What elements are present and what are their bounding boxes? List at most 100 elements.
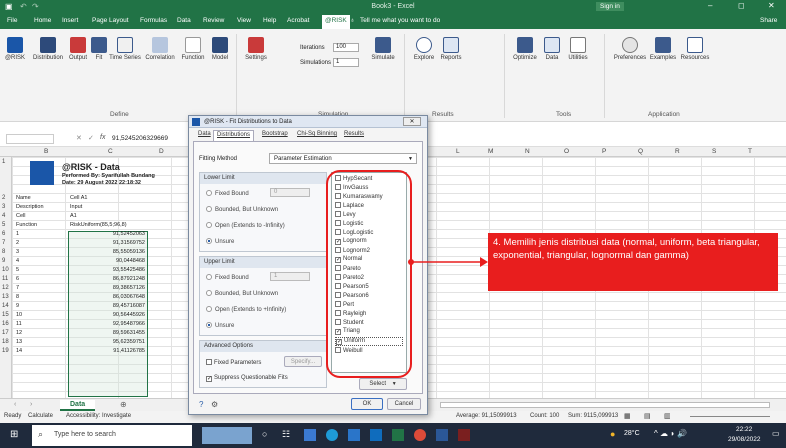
formula-input[interactable]: 91,5245206329669 bbox=[112, 135, 168, 142]
help-icon[interactable]: ? bbox=[199, 400, 203, 409]
ribbon-examples-button[interactable]: Examples bbox=[648, 37, 678, 62]
sample-value[interactable]: 85,55059136 bbox=[94, 249, 147, 255]
app-icon-chrome[interactable] bbox=[414, 429, 426, 441]
ribbon-optimize-button[interactable]: Optimize bbox=[510, 37, 540, 62]
menu-help[interactable]: Help bbox=[263, 17, 276, 24]
tray-icons[interactable]: ^ ☁ ◗ 🔊 bbox=[654, 429, 687, 438]
ribbon-fit-button[interactable]: Fit bbox=[90, 37, 108, 62]
menu-file[interactable]: File bbox=[7, 17, 17, 24]
sample-value[interactable]: 86,03067648 bbox=[94, 294, 147, 300]
column-header[interactable]: L bbox=[456, 148, 460, 155]
task-view-icon[interactable]: ○ bbox=[262, 429, 267, 439]
ok-button[interactable]: OK bbox=[351, 398, 383, 410]
taskbar-search-box[interactable]: ⌕ Type here to search bbox=[32, 425, 192, 446]
tell-me-search[interactable]: Tell me what you want to do bbox=[360, 17, 440, 24]
status-accessibility[interactable]: Accessibility: Investigate bbox=[66, 413, 131, 419]
column-header[interactable]: M bbox=[488, 148, 493, 155]
select-dropdown-button[interactable]: Select ▼ bbox=[359, 378, 407, 390]
column-header[interactable]: Q bbox=[638, 148, 643, 155]
lower-fixed-bound-radio[interactable]: Fixed Bound bbox=[206, 190, 249, 197]
sheet-nav-left-icon[interactable]: ‹ bbox=[14, 401, 16, 408]
name-box[interactable] bbox=[6, 134, 54, 144]
menu-page-layout[interactable]: Page Layout bbox=[92, 17, 129, 24]
menu-insert[interactable]: Insert bbox=[62, 17, 78, 24]
app-icon-mail[interactable] bbox=[370, 429, 382, 441]
row-header[interactable]: 8 bbox=[2, 249, 5, 255]
sample-value[interactable]: 89,59631455 bbox=[94, 330, 147, 336]
weather-temp[interactable]: 28°C bbox=[624, 430, 640, 437]
menu-home[interactable]: Home bbox=[34, 17, 51, 24]
clock-date[interactable]: 29/08/2022 bbox=[728, 436, 761, 443]
notification-icon[interactable]: ▭ bbox=[772, 429, 780, 438]
upper-open-radio[interactable]: Open (Extends to +Infinity) bbox=[206, 306, 286, 313]
column-header[interactable]: B bbox=[44, 148, 48, 155]
app-icon-atrisk[interactable] bbox=[458, 429, 470, 441]
menu-acrobat[interactable]: Acrobat bbox=[287, 17, 309, 24]
row-header[interactable]: 9 bbox=[2, 258, 5, 264]
column-header[interactable]: O bbox=[564, 148, 569, 155]
row-header[interactable]: 5 bbox=[2, 222, 5, 228]
row-header[interactable]: 6 bbox=[2, 231, 5, 237]
settings-cog-icon[interactable]: ⚙ bbox=[211, 400, 218, 409]
status-calculate[interactable]: Calculate bbox=[28, 413, 53, 419]
maximize-icon[interactable]: ◻ bbox=[738, 1, 745, 10]
row-header[interactable]: 4 bbox=[2, 213, 5, 219]
ribbon-atrisk-button[interactable]: @RISK bbox=[4, 37, 26, 62]
share-button[interactable]: Share bbox=[760, 17, 777, 24]
upper-unsure-radio[interactable]: Unsure bbox=[206, 322, 234, 329]
normal-view-icon[interactable]: ▦ bbox=[624, 412, 631, 420]
iterations-input[interactable]: 100 bbox=[333, 43, 359, 52]
cancel-icon[interactable]: ✕ bbox=[76, 134, 82, 142]
lower-fixed-bound-input[interactable]: 0 bbox=[270, 188, 310, 197]
sheet-tab-data[interactable]: Data bbox=[60, 400, 96, 411]
fixed-parameters-checkbox[interactable]: Fixed Parameters bbox=[206, 359, 261, 366]
dialog-close-icon[interactable]: ✕ bbox=[403, 117, 421, 126]
tab-data[interactable]: Data bbox=[195, 130, 214, 141]
row-header[interactable]: 19 bbox=[2, 348, 9, 354]
tab-bootstrap[interactable]: Bootstrap bbox=[259, 130, 291, 141]
row-header[interactable]: 10 bbox=[2, 267, 9, 273]
app-icon-store[interactable] bbox=[348, 429, 360, 441]
simulations-input[interactable]: 1 bbox=[333, 58, 359, 67]
app-icon-edge[interactable] bbox=[326, 429, 338, 441]
upper-bounded-unknown-radio[interactable]: Bounded, But Unknown bbox=[206, 290, 278, 297]
lower-unsure-radio[interactable]: Unsure bbox=[206, 238, 234, 245]
sample-value[interactable]: 91,52452063 bbox=[94, 231, 147, 237]
fitting-method-select[interactable]: Parameter Estimation ▼ bbox=[269, 153, 417, 164]
menu-view[interactable]: View bbox=[237, 17, 251, 24]
sample-value[interactable]: 86,87921248 bbox=[94, 276, 147, 282]
page-break-icon[interactable]: ▥ bbox=[664, 412, 671, 420]
row-header[interactable]: 13 bbox=[2, 294, 9, 300]
column-header[interactable]: C bbox=[108, 148, 113, 155]
sample-value[interactable]: 90,56445926 bbox=[94, 312, 147, 318]
ribbon-preferences-button[interactable]: Preferences bbox=[612, 37, 648, 62]
row-header[interactable]: 7 bbox=[2, 240, 5, 246]
sample-value[interactable]: 91,41126785 bbox=[94, 348, 147, 354]
ribbon-model-button[interactable]: Model bbox=[208, 37, 232, 62]
minimize-icon[interactable]: – bbox=[708, 1, 712, 10]
upper-fixed-bound-radio[interactable]: Fixed Bound bbox=[206, 274, 249, 281]
menu-data[interactable]: Data bbox=[177, 17, 191, 24]
column-header[interactable]: T bbox=[748, 148, 752, 155]
ribbon-correlation-button[interactable]: Correlation bbox=[142, 37, 178, 62]
ribbon-time-series-button[interactable]: Time Series bbox=[108, 37, 142, 62]
row-header[interactable]: 18 bbox=[2, 339, 9, 345]
ribbon-data-button[interactable]: Data bbox=[542, 37, 562, 62]
tab-chi-sq-binning[interactable]: Chi-Sq Binning bbox=[294, 130, 340, 141]
menu-review[interactable]: Review bbox=[203, 17, 224, 24]
windows-start-icon[interactable]: ⊞ bbox=[10, 429, 18, 440]
row-header[interactable]: 15 bbox=[2, 312, 9, 318]
sample-value[interactable]: 89,45716087 bbox=[94, 303, 147, 309]
sign-in-button[interactable]: Sign in bbox=[596, 2, 624, 11]
sample-value[interactable]: 92,95487966 bbox=[94, 321, 147, 327]
horizontal-scrollbar[interactable] bbox=[440, 402, 770, 408]
widgets-icon[interactable]: ☷ bbox=[282, 429, 290, 440]
weather-icon[interactable]: ● bbox=[610, 429, 615, 439]
upper-fixed-bound-input[interactable]: 1 bbox=[270, 272, 310, 281]
row-header[interactable]: 3 bbox=[2, 204, 5, 210]
lower-bounded-unknown-radio[interactable]: Bounded, But Unknown bbox=[206, 206, 278, 213]
ribbon-output-button[interactable]: Output bbox=[66, 37, 90, 62]
function-fx-icon[interactable]: fx bbox=[100, 134, 105, 141]
sheet-nav-right-icon[interactable]: › bbox=[30, 401, 32, 408]
row-header[interactable]: 14 bbox=[2, 303, 9, 309]
